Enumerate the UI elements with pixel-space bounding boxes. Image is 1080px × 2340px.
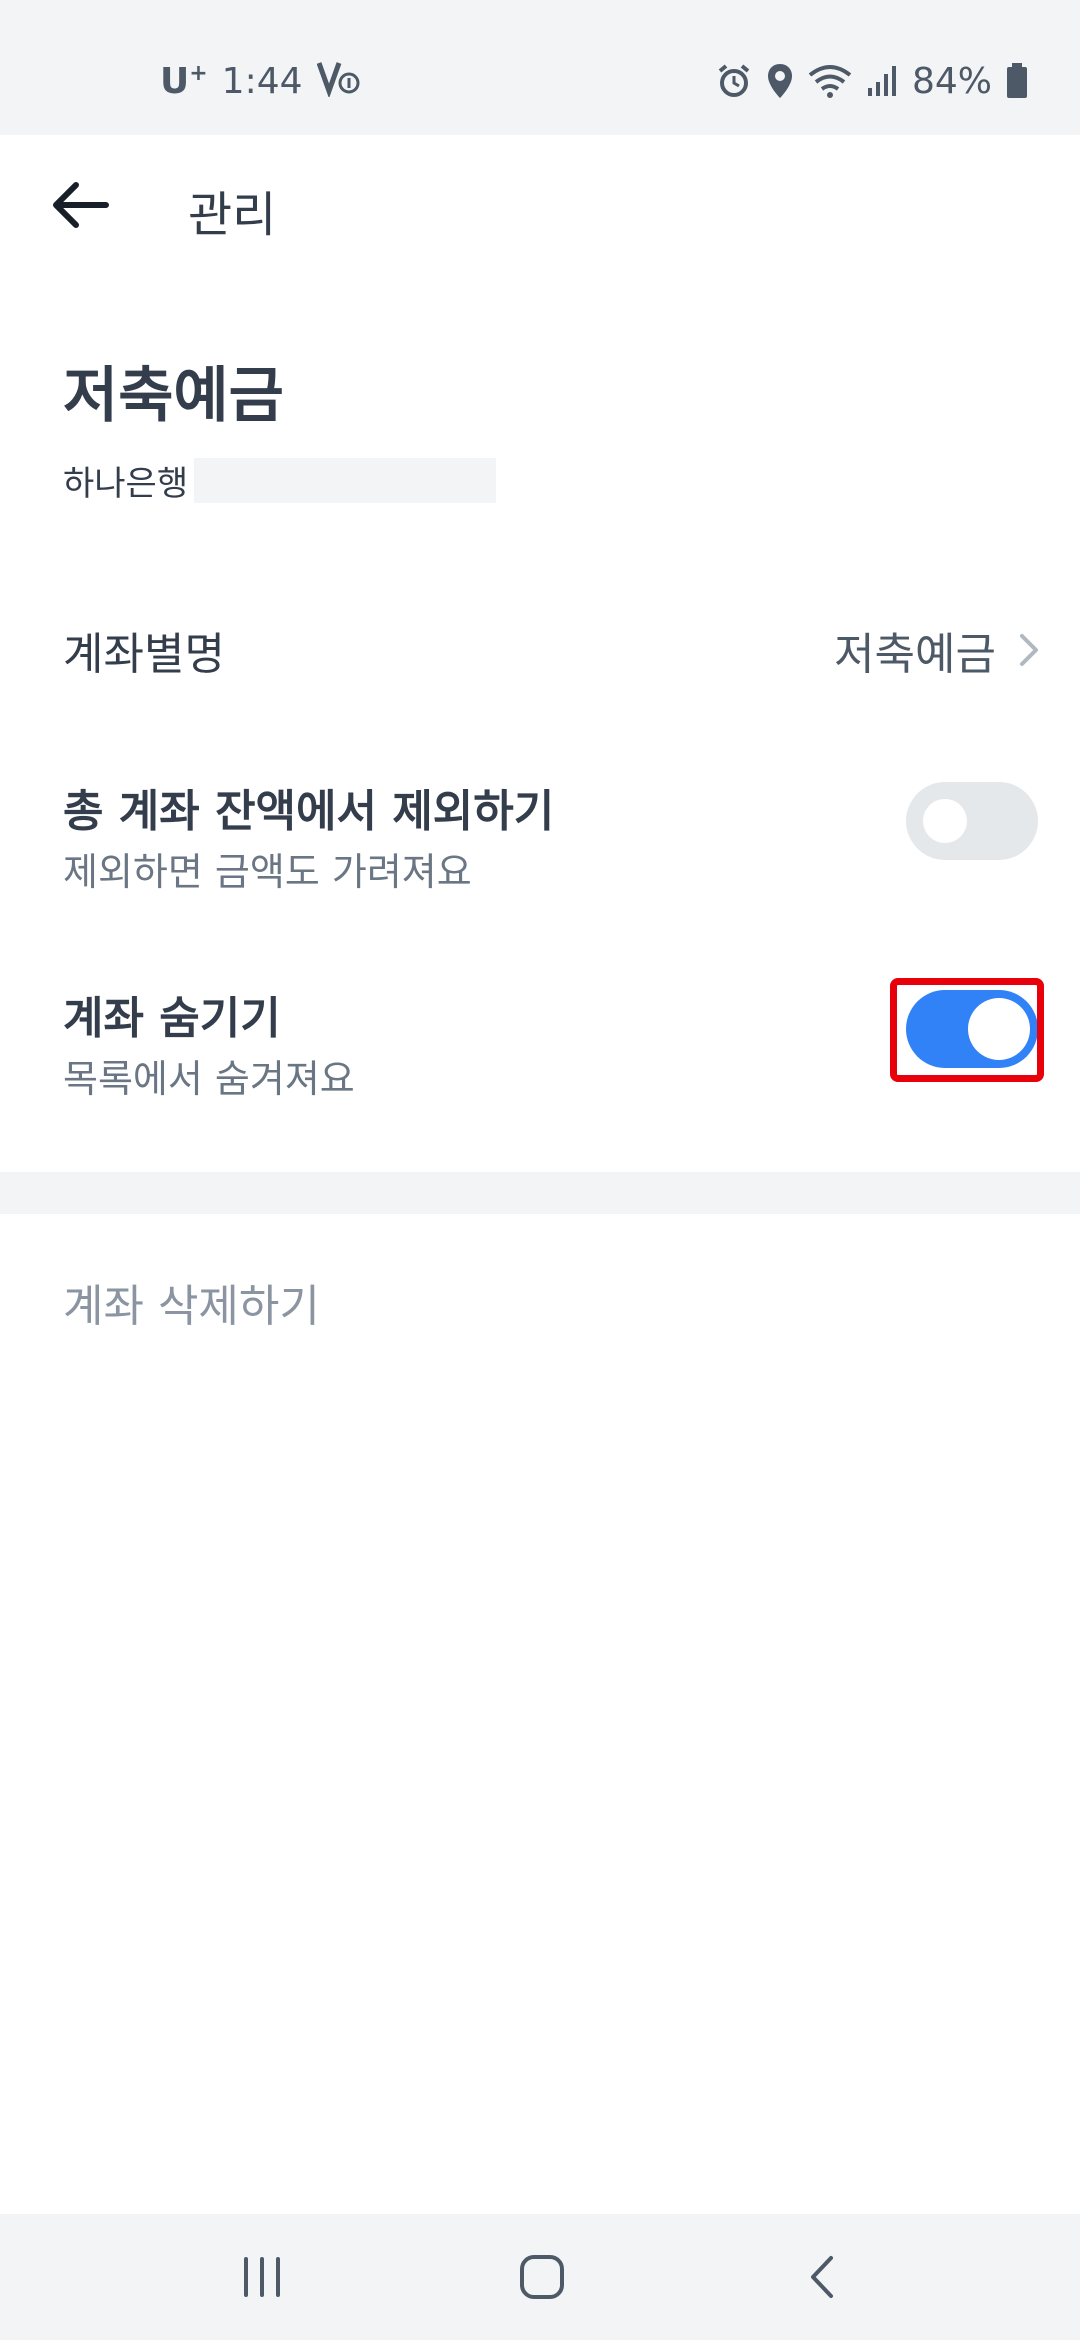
page-title: 관리 (188, 187, 277, 243)
carrier-plus: + (189, 60, 208, 86)
arrow-left-icon (53, 182, 109, 228)
nickname-value: 저축예금 (834, 629, 996, 680)
battery-percent: 84% (911, 60, 992, 102)
exclude-balance-subtitle: 제외하면 금액도 가려져요 (63, 850, 472, 894)
volte-icon (316, 57, 361, 106)
hide-account-title: 계좌 숨기기 (63, 993, 281, 1044)
account-nickname-row[interactable]: 계좌별명 저축예금 (0, 590, 1080, 700)
status-bar: U+ 1:44 84% (0, 0, 1080, 135)
alarm-icon (716, 63, 752, 99)
clock: 1:44 (221, 60, 303, 102)
highlight-box (890, 978, 1044, 1082)
system-nav-bar (0, 2214, 1080, 2340)
status-right: 84% (716, 56, 1028, 106)
carrier-label: U+ (160, 61, 208, 102)
section-divider (0, 1172, 1080, 1214)
wifi-icon (808, 63, 852, 99)
bank-info: 하나은행 (63, 457, 497, 504)
exclude-balance-row: 총 계좌 잔액에서 제외하기 제외하면 금액도 가려져요 (0, 755, 1080, 915)
signal-icon (866, 64, 898, 98)
hide-account-subtitle: 목록에서 숨겨져요 (63, 1057, 355, 1101)
exclude-balance-title: 총 계좌 잔액에서 제외하기 (63, 786, 555, 837)
location-icon (766, 62, 794, 100)
back-nav-button[interactable] (792, 2247, 852, 2307)
carrier-name: U (160, 60, 190, 102)
battery-icon (1006, 63, 1028, 99)
nickname-value-group: 저축예금 (834, 618, 1040, 682)
account-name: 저축예금 (63, 361, 284, 431)
home-icon (520, 2255, 564, 2299)
delete-account-button[interactable]: 계좌 삭제하기 (63, 1270, 320, 1334)
exclude-balance-toggle[interactable] (906, 782, 1038, 860)
recent-apps-button[interactable] (232, 2247, 292, 2307)
recent-apps-icon (244, 2257, 280, 2297)
home-button[interactable] (512, 2247, 572, 2307)
back-button[interactable] (40, 165, 120, 245)
status-left: U+ 1:44 (160, 56, 361, 106)
chevron-right-icon (1020, 634, 1038, 666)
app-bar: 관리 (0, 135, 1080, 275)
toggle-knob (923, 799, 967, 843)
masked-account-number (194, 457, 497, 503)
chevron-left-icon (811, 2256, 833, 2298)
nickname-label: 계좌별명 (63, 629, 225, 680)
bank-name: 하나은행 (63, 463, 189, 504)
